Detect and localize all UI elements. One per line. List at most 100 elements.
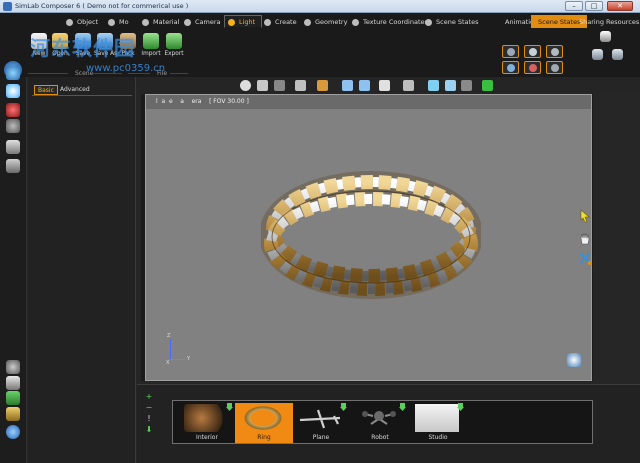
library-info-button[interactable]: ! xyxy=(145,415,153,423)
ring-thumbnail xyxy=(241,404,285,432)
library-item-studio[interactable]: Studio xyxy=(409,403,467,443)
create-icon xyxy=(264,19,271,26)
export-view-icon[interactable] xyxy=(482,80,493,91)
add-library-button[interactable]: + xyxy=(145,393,153,401)
frame-icon[interactable] xyxy=(295,80,306,91)
tab-modeling[interactable]: Mo xyxy=(104,15,136,28)
ribbon-tabstrip: Object Mo Material Camera Light Create G… xyxy=(0,15,640,28)
material-picker-icon[interactable] xyxy=(317,80,328,91)
pointer-icon[interactable] xyxy=(379,80,390,91)
zoom-icon[interactable] xyxy=(445,80,456,91)
ring-model[interactable] xyxy=(261,167,481,302)
apply-state-icon xyxy=(551,64,559,72)
title-bar: SimLab Composer 6 ( Demo not for commeri… xyxy=(0,0,640,13)
pointer-nav-icon[interactable] xyxy=(578,209,592,223)
watermark-text: 河东软件园 xyxy=(30,36,135,60)
ground-icon[interactable] xyxy=(461,80,472,91)
pan-hand-icon[interactable] xyxy=(578,231,592,245)
material-state-icon xyxy=(529,64,537,72)
scene-state-tool-1[interactable] xyxy=(502,45,519,58)
capture-state-icon xyxy=(507,48,515,56)
workspace-tab-sharing-resources[interactable]: Sharing Resources xyxy=(572,15,640,28)
viewport-header: l a e a era [ FOV 30.00 ] xyxy=(146,95,591,109)
vr-icon[interactable] xyxy=(6,391,20,405)
minimize-button[interactable]: – xyxy=(565,1,583,11)
tab-camera[interactable]: Camera xyxy=(180,15,228,28)
render-icon[interactable] xyxy=(6,159,20,173)
panel-tab-divider xyxy=(32,95,132,96)
tab-create[interactable]: Create xyxy=(260,15,304,28)
plane-thumbnail xyxy=(299,409,341,429)
close-button[interactable]: ✕ xyxy=(607,1,633,11)
texture-icon xyxy=(352,19,359,26)
app-icon xyxy=(3,2,12,11)
tab-basic[interactable]: Basic xyxy=(34,85,58,95)
library-item-plane[interactable]: Plane xyxy=(292,403,350,443)
walk-icon[interactable] xyxy=(274,80,285,91)
undo-icon[interactable] xyxy=(342,80,353,91)
scene-state-tool-2[interactable] xyxy=(524,45,541,58)
view-cube-icon[interactable] xyxy=(567,353,581,367)
tab-object[interactable]: Object xyxy=(62,15,105,28)
state-settings-button[interactable] xyxy=(606,49,628,60)
download-arrow-icon[interactable] xyxy=(340,403,347,412)
library-icon[interactable] xyxy=(6,140,20,154)
library-side-tools: + − ! ⬇ xyxy=(145,393,157,455)
gear-icon[interactable] xyxy=(6,360,20,374)
axis-z xyxy=(170,339,171,359)
import-button[interactable]: Import xyxy=(140,33,162,57)
export-button[interactable]: Export xyxy=(163,33,185,57)
textures-icon[interactable] xyxy=(6,119,20,133)
remove-library-button[interactable]: − xyxy=(145,404,153,412)
geometry-icon xyxy=(304,19,311,26)
axis-x xyxy=(170,359,186,360)
select-region-icon[interactable] xyxy=(257,80,268,91)
import-icon xyxy=(143,33,159,49)
download-arrow-icon[interactable] xyxy=(399,403,406,412)
download-arrow-icon[interactable] xyxy=(457,403,464,412)
export-icon xyxy=(166,33,182,49)
key-icon[interactable] xyxy=(6,407,20,421)
light-icon xyxy=(228,19,235,26)
interior-thumbnail xyxy=(184,404,228,432)
add-state-button[interactable] xyxy=(586,49,608,60)
library-item-robot[interactable]: Robot xyxy=(351,403,409,443)
studio-thumbnail xyxy=(415,404,459,432)
zoom-fit-icon[interactable] xyxy=(428,80,439,91)
orbit-icon[interactable] xyxy=(240,80,251,91)
tab-advanced[interactable]: Advanced xyxy=(57,85,93,95)
scene-state-tool-5[interactable] xyxy=(524,61,541,74)
scene-states-panel-button[interactable] xyxy=(594,31,616,42)
scene-state-tool-3[interactable] xyxy=(546,45,563,58)
scene-library: + − ! ⬇ Interior Ring Plane Robot Studio xyxy=(137,384,640,463)
objects-icon[interactable] xyxy=(6,84,20,98)
axis-z-label: Z xyxy=(167,333,171,339)
tools-icon[interactable] xyxy=(6,376,20,390)
library-download-button[interactable]: ⬇ xyxy=(145,426,153,434)
file-group-line-right xyxy=(170,73,188,74)
library-item-interior[interactable]: Interior xyxy=(178,403,236,443)
scene-state-tool-4[interactable] xyxy=(502,61,519,74)
scene-state-tool-6[interactable] xyxy=(546,61,563,74)
maximize-button[interactable]: □ xyxy=(585,1,603,11)
scene-states-icon xyxy=(425,19,432,26)
download-arrow-icon[interactable] xyxy=(226,403,233,412)
tab-light[interactable]: Light xyxy=(224,15,263,28)
library-item-ring[interactable]: Ring xyxy=(235,403,293,443)
display-mode-icon[interactable] xyxy=(403,80,414,91)
materials-icon[interactable] xyxy=(6,103,20,117)
redo-icon[interactable] xyxy=(359,80,370,91)
camera-icon xyxy=(184,19,191,26)
scene-group-line-left xyxy=(28,73,68,74)
help-icon[interactable] xyxy=(6,425,20,439)
3d-viewport[interactable]: l a e a era [ FOV 30.00 ] Z Y X xyxy=(145,94,592,381)
tab-scene-states-ribbon[interactable]: Scene States xyxy=(421,15,485,28)
viewport-toolbar xyxy=(137,77,640,94)
scene-tree-icon[interactable] xyxy=(6,66,20,80)
camera-label: l a e a era [ FOV 30.00 ] xyxy=(156,98,249,105)
tools-nav-icon[interactable] xyxy=(578,251,592,265)
modeling-icon xyxy=(108,19,115,26)
add-state-icon xyxy=(591,49,603,60)
tab-geometry[interactable]: Geometry xyxy=(300,15,354,28)
watermark-url: www.pc0359.cn xyxy=(86,63,166,74)
